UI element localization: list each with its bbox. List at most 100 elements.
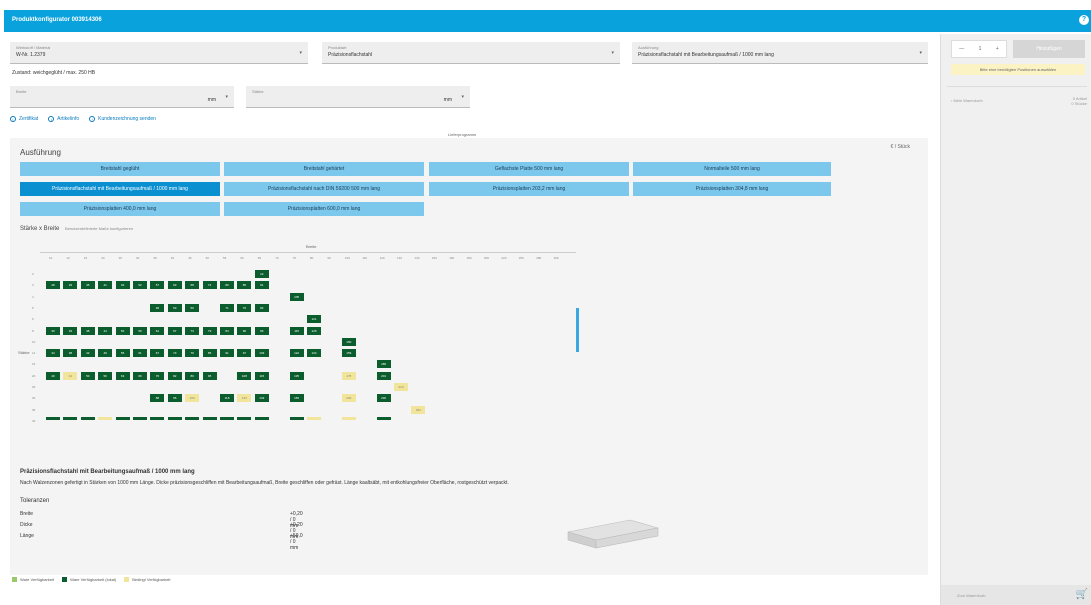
size-cell[interactable]: 103 [185, 394, 200, 403]
size-cell[interactable]: 126 [307, 326, 321, 335]
design-select[interactable]: Ausführung Präzisionsflachstahl mit Bear… [632, 42, 928, 64]
product-select[interactable]: Produktart Präzisionsflachstahl ▾ [322, 42, 620, 64]
size-cell[interactable]: 115 [254, 371, 269, 380]
size-cell[interactable]: 41 [98, 281, 113, 290]
size-cell[interactable] [237, 416, 252, 420]
design-option-button[interactable]: Normalteile 500 mm lang [633, 162, 831, 176]
size-cell[interactable]: 134 [307, 349, 321, 358]
size-cell[interactable]: 82 [254, 303, 269, 312]
size-cell[interactable]: 88 [150, 394, 165, 403]
size-cell[interactable]: 35 [80, 281, 95, 290]
size-cell[interactable]: 67 [167, 326, 182, 335]
size-cell[interactable]: 103 [254, 349, 269, 358]
size-cell[interactable]: 28 [46, 281, 60, 290]
size-cell[interactable]: 91 [220, 349, 234, 358]
size-cell[interactable]: 57 [150, 281, 165, 290]
size-cell[interactable]: 71 [220, 303, 234, 312]
size-cell[interactable] [115, 416, 130, 420]
size-cell[interactable]: 76 [150, 371, 165, 380]
size-cell[interactable]: 79 [202, 326, 217, 335]
size-cell[interactable]: 79 [185, 349, 200, 358]
size-cell[interactable] [167, 416, 182, 420]
design-option-button[interactable]: Präzisionsplatten 400,0 mm lang [20, 202, 220, 216]
size-cell[interactable]: 85 [237, 281, 252, 290]
size-cell[interactable] [254, 416, 269, 420]
minus-icon[interactable]: — [959, 46, 964, 52]
size-cell[interactable]: 12 [254, 270, 269, 278]
design-option-button[interactable]: Geflachste Platte 500 mm lang [429, 162, 629, 176]
size-cell[interactable] [133, 416, 147, 420]
size-cell[interactable]: 52 [133, 281, 147, 290]
size-cell[interactable]: 115 [289, 326, 304, 335]
size-cell[interactable]: 118 [220, 394, 234, 403]
size-cell[interactable]: 46 [115, 281, 130, 290]
size-cell[interactable]: 186 [376, 360, 391, 369]
size-cell[interactable] [202, 416, 217, 420]
size-cell[interactable]: 84 [220, 326, 234, 335]
size-cell[interactable]: 126 [237, 394, 252, 403]
size-cell[interactable]: 135 [289, 371, 304, 380]
size-cell[interactable]: 156 [289, 394, 304, 403]
size-cell[interactable] [80, 416, 95, 420]
size-cell[interactable]: 201 [376, 371, 391, 380]
design-option-button[interactable]: Breitstahl geglüht [20, 162, 220, 176]
size-cell[interactable] [289, 416, 304, 420]
size-cell[interactable]: 74 [202, 281, 217, 290]
custom-size-link[interactable]: Benutzerdefinierte Maße konfigurieren [65, 226, 133, 231]
size-cell[interactable]: 122 [289, 349, 304, 358]
size-cell[interactable]: 121 [307, 315, 321, 324]
size-cell[interactable]: 89 [185, 371, 200, 380]
size-cell[interactable]: 50 [80, 371, 95, 380]
size-cell[interactable]: 200 [341, 394, 356, 403]
size-cell[interactable]: 30 [46, 326, 60, 335]
size-cell[interactable]: 80 [220, 281, 234, 290]
size-cell[interactable]: 96 [254, 326, 269, 335]
size-cell[interactable] [376, 416, 391, 420]
thickness-input[interactable]: Stärke mm ▾ [246, 86, 470, 108]
size-cell[interactable] [150, 416, 165, 420]
size-cell[interactable]: 230 [376, 394, 391, 403]
size-cell[interactable]: 91 [254, 281, 269, 290]
size-cell[interactable]: 133 [254, 394, 269, 403]
size-cell[interactable] [307, 416, 321, 420]
size-cell[interactable]: 29 [63, 281, 78, 290]
size-cell[interactable]: 73 [167, 349, 182, 358]
plus-icon[interactable]: + [996, 46, 999, 52]
size-cell[interactable]: 63 [167, 281, 182, 290]
size-cell[interactable]: 95 [202, 371, 217, 380]
size-cell[interactable]: 48 [150, 303, 165, 312]
size-cell[interactable]: 82 [167, 371, 182, 380]
size-cell[interactable]: 53 [167, 303, 182, 312]
go-to-cart-bar[interactable]: Zum Warenkorb 🛒 [941, 585, 1091, 605]
size-cell[interactable]: 44 [98, 326, 113, 335]
size-cell[interactable]: 219 [394, 383, 408, 391]
drawing-link[interactable]: ↑ Kundenzeichnung senden [89, 116, 156, 122]
size-cell[interactable]: 38 [80, 326, 95, 335]
size-cell[interactable] [98, 416, 113, 420]
design-option-button[interactable]: Präzisionsflachstahl mit Bearbeitungsauf… [20, 182, 220, 196]
size-cell[interactable]: 95 [167, 394, 182, 403]
size-cell[interactable]: 67 [150, 349, 165, 358]
size-cell[interactable]: 108 [237, 371, 252, 380]
cart-summary-toggle[interactable]: › Mein Warenkorb [951, 98, 983, 103]
size-cell[interactable]: 43 [80, 349, 95, 358]
size-cell[interactable]: 69 [133, 371, 147, 380]
design-option-button[interactable]: Breitstahl gehärtet [224, 162, 424, 176]
material-select[interactable]: Werkstoff / Material W-Nr. 1.2379 ▾ [10, 42, 308, 64]
size-cell[interactable]: 59 [185, 303, 200, 312]
width-input[interactable]: Breite mm ▾ [10, 86, 234, 108]
size-cell[interactable]: 105 [289, 292, 304, 301]
design-option-button[interactable]: Präzisionsplatten 304,8 mm lang [633, 182, 831, 196]
size-cell[interactable]: 40 [46, 371, 60, 380]
size-cell[interactable]: 73 [185, 326, 200, 335]
size-cell[interactable]: 56 [133, 326, 147, 335]
size-cell[interactable]: 76 [237, 303, 252, 312]
size-cell[interactable]: 55 [115, 349, 130, 358]
article-info-link[interactable]: i Artikelinfo [48, 116, 79, 122]
quantity-stepper[interactable]: — 1 + [951, 40, 1007, 58]
size-cell[interactable]: 38 [63, 349, 78, 358]
question-icon[interactable]: ? [1079, 15, 1089, 25]
add-to-cart-button[interactable]: Hinzufügen [1013, 40, 1085, 58]
design-option-button[interactable]: Präzisionsflachstahl nach DIN 59200 500 … [224, 182, 424, 196]
unit-toggle[interactable]: € / Stück [891, 144, 910, 150]
